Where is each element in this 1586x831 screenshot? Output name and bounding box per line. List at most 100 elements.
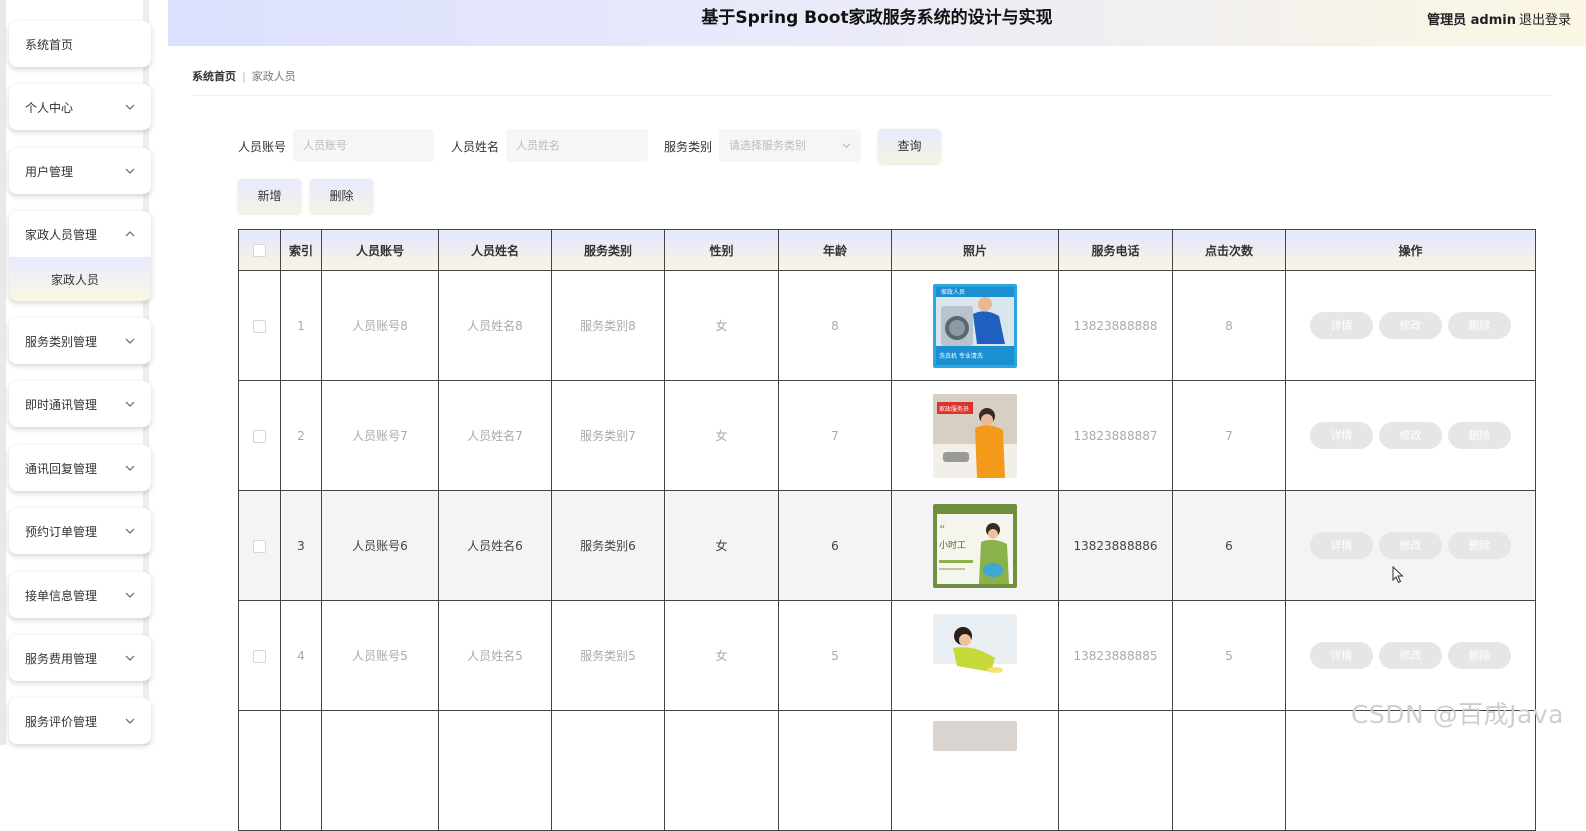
delete-button[interactable]: 删除	[1448, 312, 1511, 339]
edit-button[interactable]: 修改	[1379, 642, 1442, 669]
cell-clicks: 7	[1172, 380, 1286, 491]
sidebar-item-label: 即时通讯管理	[25, 397, 98, 412]
sidebar-item-label: 用户管理	[25, 164, 74, 179]
watermark: CSDN @百成Java	[1350, 700, 1564, 729]
chevron-down-icon	[125, 338, 135, 344]
sidebar-item-fees[interactable]: 服务费用管理	[9, 635, 151, 681]
chevron-down-icon	[125, 718, 135, 724]
sidebar-subitem-housekeeper[interactable]: 家政人员	[9, 257, 151, 301]
sidebar: 系统首页 个人中心 用户管理 家政人员管理 家政人员 服务类别管理 即时通讯管理…	[0, 0, 168, 745]
sidebar-item-orders[interactable]: 预约订单管理	[9, 508, 151, 554]
photo-washing-machine-cleaner[interactable]: 家政人员 洗衣机 专业清洗	[933, 283, 1017, 368]
logout-link[interactable]: 退出登录	[1519, 9, 1571, 28]
cell-gender: 女	[664, 270, 779, 381]
chevron-down-icon	[125, 401, 135, 407]
table-row[interactable]	[238, 710, 1536, 831]
column-header[interactable]: 年龄	[778, 229, 892, 271]
delete-button[interactable]: 删除	[1448, 532, 1511, 559]
row-select-cell	[238, 380, 281, 491]
cell-actions: 详情 修改 删除	[1285, 380, 1536, 491]
photo-image: 家政服务员	[933, 393, 1017, 478]
account-filter-label: 人员账号	[238, 140, 287, 154]
chevron-down-icon	[125, 528, 135, 534]
sidebar-item-users[interactable]: 用户管理	[9, 148, 151, 194]
select-all-cell	[238, 229, 281, 271]
column-header[interactable]: 性别	[664, 229, 779, 271]
chevron-down-icon	[125, 168, 135, 174]
category-select[interactable]: 请选择服务类别	[719, 129, 861, 162]
detail-button[interactable]: 详情	[1310, 642, 1373, 669]
cell-account: 人员账号8	[321, 270, 439, 381]
search-button[interactable]: 查询	[878, 129, 941, 163]
housekeeper-table: 索引 人员账号 人员姓名 服务类别 性别 年龄 照片 服务电话 点击次数 操作 …	[238, 229, 1536, 831]
cell-photo	[891, 600, 1059, 711]
column-header[interactable]: 服务类别	[551, 229, 665, 271]
photo-partial[interactable]	[933, 721, 1017, 751]
photo-hourly-worker[interactable]: “ 小时工	[933, 503, 1017, 588]
edit-button[interactable]: 修改	[1379, 312, 1442, 339]
bulk-delete-button[interactable]: 删除	[310, 179, 373, 213]
sidebar-item-label: 家政人员管理	[25, 227, 98, 242]
photo-caption: “	[939, 523, 945, 537]
cell-actions: 详情 修改 删除	[1285, 490, 1536, 601]
cell-photo: 家政人员 洗衣机 专业清洗	[891, 270, 1059, 381]
sidebar-item-reply[interactable]: 通讯回复管理	[9, 445, 151, 491]
breadcrumb-current: 家政人员	[251, 70, 296, 83]
row-checkbox[interactable]	[253, 429, 266, 443]
name-input[interactable]: 人员姓名	[506, 129, 648, 162]
mouse-cursor-icon	[1392, 566, 1404, 584]
chevron-down-icon	[842, 143, 851, 149]
sidebar-item-home[interactable]: 系统首页	[9, 21, 151, 67]
cell-name	[438, 710, 552, 831]
edit-button[interactable]: 修改	[1379, 422, 1442, 449]
column-header[interactable]: 服务电话	[1058, 229, 1173, 271]
cell-name: 人员姓名6	[438, 490, 552, 601]
select-all-checkbox[interactable]	[253, 244, 266, 257]
table-row[interactable]: 2 人员账号7 人员姓名7 服务类别7 女 7 家政服务员 1382388888…	[238, 380, 1536, 491]
detail-button[interactable]: 详情	[1310, 422, 1373, 449]
delete-button[interactable]: 删除	[1448, 422, 1511, 449]
row-checkbox[interactable]	[253, 649, 266, 663]
top-bar: 基于Spring Boot家政服务系统的设计与实现 管理员 admin 退出登录	[168, 0, 1586, 46]
cell-clicks: 8	[1172, 270, 1286, 381]
cell-phone: 13823888885	[1058, 600, 1173, 711]
column-header[interactable]: 点击次数	[1172, 229, 1286, 271]
sidebar-item-reviews[interactable]: 服务评价管理	[9, 698, 151, 744]
column-header[interactable]: 人员账号	[321, 229, 439, 271]
cell-age: 6	[778, 490, 892, 601]
cell-clicks	[1172, 710, 1286, 831]
sidebar-item-service-category[interactable]: 服务类别管理	[9, 318, 151, 364]
sidebar-item-chat[interactable]: 即时通讯管理	[9, 381, 151, 427]
account-input[interactable]: 人员账号	[293, 129, 434, 162]
row-checkbox[interactable]	[253, 319, 266, 333]
table-row[interactable]: 4 人员账号5 人员姓名5 服务类别5 女 5 13823888885 5 详情…	[238, 600, 1536, 711]
detail-button[interactable]: 详情	[1310, 312, 1373, 339]
photo-caption: 小时工	[939, 539, 966, 551]
photo-table-wiping[interactable]	[933, 613, 1017, 698]
sidebar-item-label: 个人中心	[25, 100, 74, 115]
add-button[interactable]: 新增	[238, 179, 301, 213]
table-row[interactable]: 1 人员账号8 人员姓名8 服务类别8 女 8 家政人员 洗衣机 专业清洗 13…	[238, 270, 1536, 381]
photo-housekeeper-cleaning[interactable]: 家政服务员	[933, 393, 1017, 478]
detail-button[interactable]: 详情	[1310, 532, 1373, 559]
table-row[interactable]: 3 人员账号6 人员姓名6 服务类别6 女 6 “ 小时工 1382388888…	[238, 490, 1536, 601]
name-filter-label: 人员姓名	[451, 140, 500, 154]
sidebar-item-label: 通讯回复管理	[25, 461, 98, 476]
column-header[interactable]: 索引	[280, 229, 322, 271]
row-checkbox[interactable]	[253, 539, 266, 553]
cell-account: 人员账号7	[321, 380, 439, 491]
sidebar-item-housekeeper-management[interactable]: 家政人员管理	[9, 211, 151, 257]
edit-button[interactable]: 修改	[1379, 532, 1442, 559]
column-header[interactable]: 人员姓名	[438, 229, 552, 271]
sidebar-item-accept[interactable]: 接单信息管理	[9, 572, 151, 618]
row-select-cell	[238, 270, 281, 381]
sidebar-item-profile[interactable]: 个人中心	[9, 84, 151, 130]
row-select-cell	[238, 710, 281, 831]
breadcrumb-home[interactable]: 系统首页	[192, 70, 236, 83]
cell-category: 服务类别6	[551, 490, 665, 601]
cell-clicks: 5	[1172, 600, 1286, 711]
cell-index: 4	[280, 600, 322, 711]
cell-phone: 13823888887	[1058, 380, 1173, 491]
table-header-row: 索引 人员账号 人员姓名 服务类别 性别 年龄 照片 服务电话 点击次数 操作	[238, 229, 1536, 271]
delete-button[interactable]: 删除	[1448, 642, 1511, 669]
